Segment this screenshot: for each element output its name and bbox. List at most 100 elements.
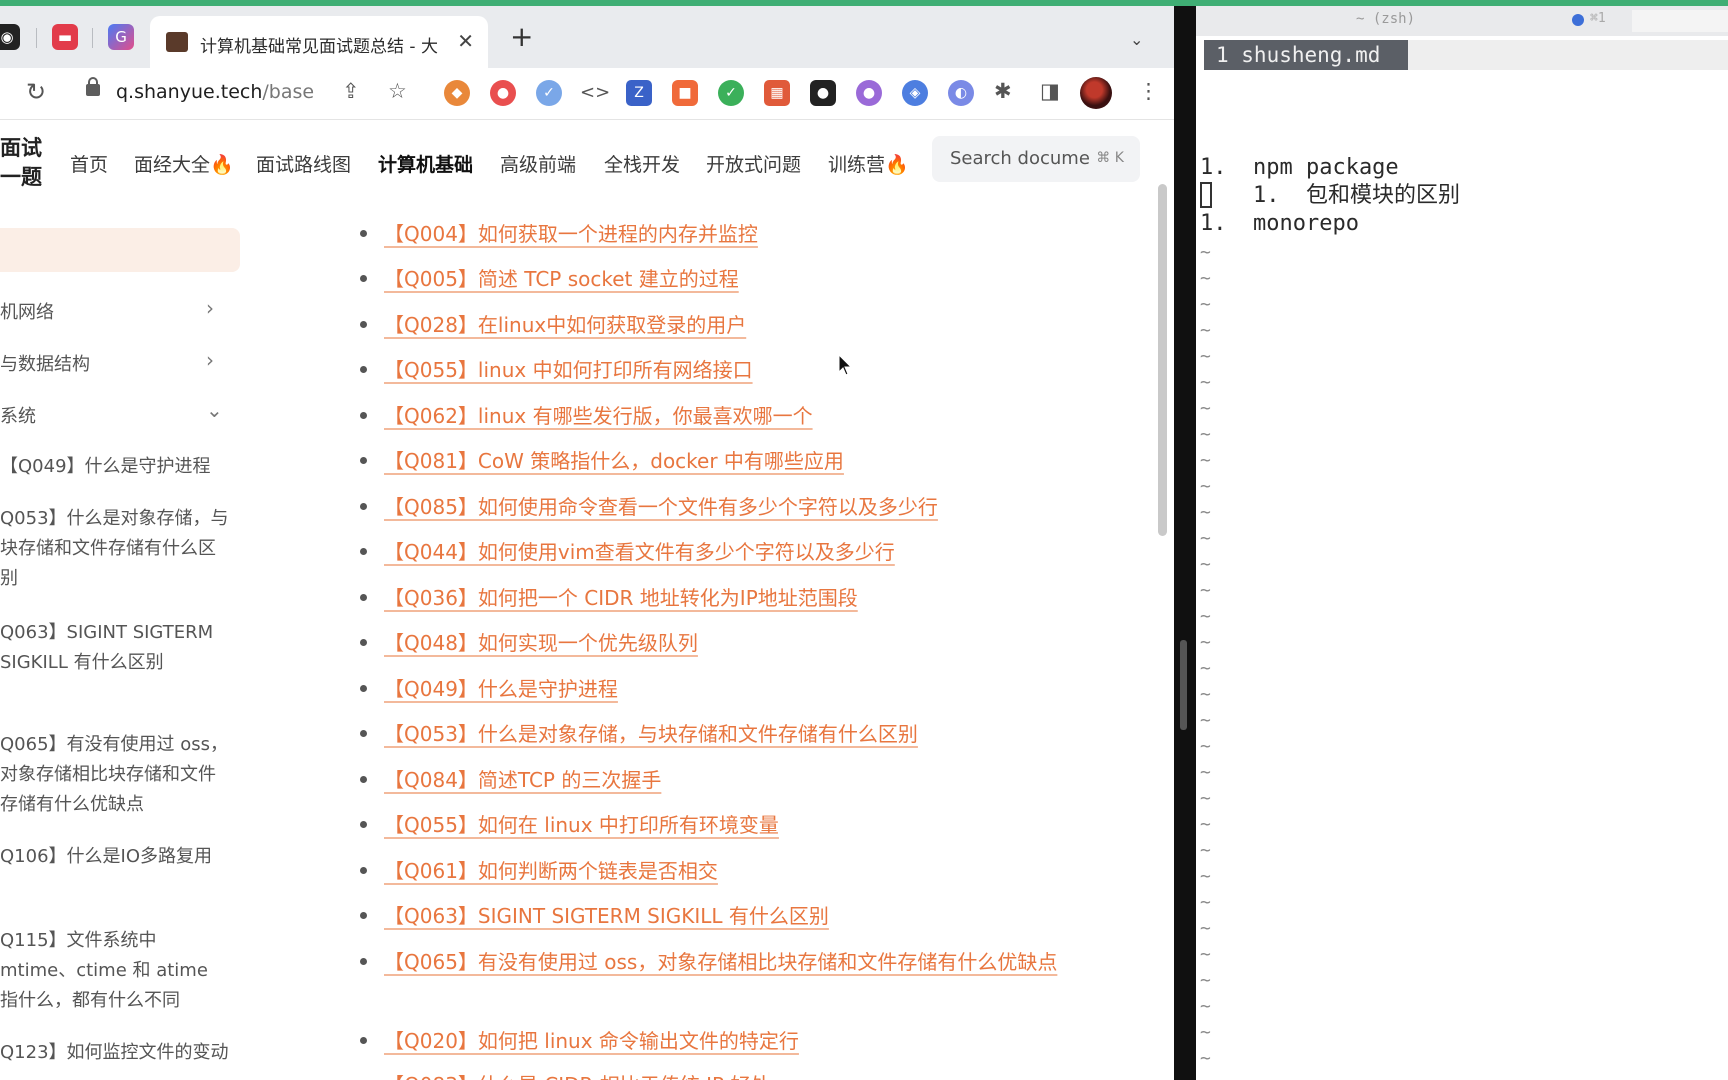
search-box[interactable]: Search docume ⌘ K (932, 136, 1140, 182)
sidebar-category-system[interactable]: 系统 (0, 402, 36, 428)
sidebar-category-network[interactable]: 机网络 (0, 298, 54, 324)
bookmark-star-icon[interactable]: ☆ (388, 79, 407, 103)
extension-shield-red-icon[interactable]: ● (490, 80, 516, 106)
search-shortcut: ⌘ K (1096, 150, 1124, 166)
question-link[interactable]: 【Q005】简述 TCP socket 建立的过程 (384, 262, 1124, 296)
profile-avatar[interactable] (1080, 77, 1112, 109)
tab-search-chevron-icon[interactable]: ⌄ (1130, 30, 1143, 49)
extension-purple-icon[interactable]: ● (856, 80, 882, 106)
nav-computer-basics[interactable]: 计算机基础 (378, 150, 473, 177)
lock-icon[interactable] (86, 77, 100, 96)
sidebar-active-item[interactable] (0, 228, 240, 272)
nav-home[interactable]: 首页 (70, 150, 108, 177)
extension-z-icon[interactable]: Z (626, 80, 652, 106)
side-panel-icon[interactable]: ◨ (1040, 79, 1060, 103)
extension-fox-icon[interactable]: ◆ (444, 80, 470, 106)
question-link[interactable]: 【Q036】如何把一个 CIDR 地址转化为IP地址范围段 (384, 581, 1124, 615)
question-link[interactable]: 【Q085】如何使用命令查看一个文件有多少个字符以及多少行 (384, 490, 1124, 524)
vim-tilde: ~ (1200, 580, 1211, 601)
vim-line[interactable]: 1. monorepo (1200, 210, 1359, 238)
sidebar-item[interactable]: Q065】有没有使用过 oss，对象存储相比块存储和文件存储有什么优缺点 (0, 730, 230, 820)
more-menu-icon[interactable]: ⋮ (1138, 79, 1159, 103)
question-link[interactable]: 【Q049】什么是守护进程 (384, 672, 1124, 706)
question-link[interactable]: 【Q065】有没有使用过 oss，对象存储相比块存储和文件存储有什么优缺点 (384, 945, 1124, 979)
vim-line[interactable]: 1. 包和模块的区别 (1200, 182, 1460, 210)
window-divider (1174, 6, 1196, 1080)
question-link[interactable]: 【Q084】简述TCP 的三次握手 (384, 763, 1124, 797)
page-scrollbar[interactable] (1158, 184, 1167, 536)
nav-interview-collection[interactable]: 面经大全🔥 (134, 150, 234, 177)
chevron-right-icon[interactable]: › (206, 296, 214, 320)
vim-tilde: ~ (1200, 606, 1211, 627)
nav-fullstack[interactable]: 全栈开发 (604, 150, 680, 177)
extension-calendar-icon[interactable]: ▦ (764, 80, 790, 106)
question-link[interactable]: 【Q063】SIGINT SIGTERM SIGKILL 有什么区别 (384, 899, 1124, 933)
question-link[interactable]: 【Q048】如何实现一个优先级队列 (384, 626, 1124, 660)
vim-tilde: ~ (1200, 944, 1211, 965)
new-tab-button[interactable]: + (510, 23, 533, 51)
pinned-tab-red-icon[interactable]: ▬ (52, 24, 78, 50)
extension-black-icon[interactable]: ● (810, 80, 836, 106)
question-link[interactable]: 【Q020】如何把 linux 命令输出文件的特定行 (384, 1024, 1124, 1058)
question-link[interactable]: 【Q004】如何获取一个进程的内存并监控 (384, 217, 1124, 251)
extension-shield-green-icon[interactable]: ✓ (718, 80, 744, 106)
chevron-right-icon[interactable]: › (206, 348, 214, 372)
vim-tilde: ~ (1200, 736, 1211, 757)
extensions-puzzle-icon[interactable]: ✱ (994, 79, 1012, 103)
sidebar-item[interactable]: Q106】什么是IO多路复用 (0, 842, 230, 872)
vim-tilde: ~ (1200, 346, 1211, 367)
terminal-title: ~ (zsh) (1356, 11, 1416, 27)
brand-line-2: 一题 (0, 165, 42, 189)
sidebar-item[interactable]: Q123】如何监控文件的变动 (0, 1038, 230, 1068)
chevron-down-icon[interactable]: ⌄ (206, 398, 223, 422)
vim-tilde: ~ (1200, 528, 1211, 549)
vim-tilde: ~ (1200, 866, 1211, 887)
vim-buffer-tab[interactable]: 1 shusheng.md (1204, 40, 1408, 70)
close-tab-icon[interactable]: ✕ (457, 29, 474, 53)
extension-bird-icon[interactable]: ✓ (536, 80, 562, 106)
sidebar-item[interactable]: 【Q049】什么是守护进程 (0, 452, 230, 482)
bullet (360, 639, 367, 646)
site-brand[interactable]: 面试 一题 (0, 134, 42, 192)
tab-active[interactable]: 计算机基础常见面试题总结 - 大 ✕ (150, 16, 488, 68)
share-icon[interactable]: ⇪ (342, 79, 360, 103)
vim-line[interactable]: 1. npm package (1200, 154, 1399, 182)
vim-tilde: ~ (1200, 424, 1211, 445)
bullet (360, 366, 367, 373)
question-link[interactable]: 【Q028】在linux中如何获取登录的用户 (384, 308, 1124, 342)
extension-tag-icon[interactable]: ◈ (902, 80, 928, 106)
question-link[interactable]: 【Q083】什么是 CIDR 相比于传统 IP 好处 (384, 1068, 1124, 1080)
nav-roadmap[interactable]: 面试路线图 (256, 150, 351, 177)
sidebar-item[interactable]: Q063】SIGINT SIGTERM SIGKILL 有什么区别 (0, 618, 230, 678)
divider-handle[interactable] (1180, 640, 1187, 730)
nav-advanced-frontend[interactable]: 高级前端 (500, 150, 576, 177)
question-link[interactable]: 【Q062】linux 有哪些发行版，你最喜欢哪一个 (384, 399, 1124, 433)
sidebar-item[interactable]: Q053】什么是对象存储，与块存储和文件存储有什么区别 (0, 504, 230, 594)
bullet (360, 548, 367, 555)
nav-training-camp[interactable]: 训练营🔥 (828, 150, 909, 177)
vim-tilde: ~ (1200, 658, 1211, 679)
question-link[interactable]: 【Q055】linux 中如何打印所有网络接口 (384, 353, 1124, 387)
terminal-tab-area[interactable] (1632, 10, 1728, 32)
vim-tilde: ~ (1200, 502, 1211, 523)
sidebar-item[interactable]: Q115】文件系统中 mtime、ctime 和 atime 指什么，都有什么不… (0, 926, 230, 1016)
question-link[interactable]: 【Q044】如何使用vim查看文件有多少个字符以及多少行 (384, 535, 1124, 569)
tab-separator (92, 28, 93, 48)
bullet (360, 730, 367, 737)
sidebar-category-data-structures[interactable]: 与数据结构 (0, 350, 90, 376)
extension-orange-icon[interactable]: ■ (672, 80, 698, 106)
bullet (360, 457, 367, 464)
bullet (360, 821, 367, 828)
nav-open-questions[interactable]: 开放式问题 (706, 150, 801, 177)
question-link[interactable]: 【Q081】CoW 策略指什么，docker 中有哪些应用 (384, 444, 1124, 478)
github-icon[interactable]: ◉ (0, 24, 20, 50)
question-link[interactable]: 【Q061】如何判断两个链表是否相交 (384, 854, 1124, 888)
reload-icon[interactable]: ↻ (26, 78, 46, 106)
pinned-tab-g-icon[interactable]: G (108, 24, 134, 50)
extension-discord-icon[interactable]: ◐ (948, 80, 974, 106)
address-bar[interactable]: q.shanyue.tech/base (116, 81, 314, 103)
extension-code-icon[interactable]: <> (580, 82, 610, 103)
question-link[interactable]: 【Q055】如何在 linux 中打印所有环境变量 (384, 808, 1124, 842)
vim-tilde: ~ (1200, 710, 1211, 731)
question-link[interactable]: 【Q053】什么是对象存储，与块存储和文件存储有什么区别 (384, 717, 1124, 751)
